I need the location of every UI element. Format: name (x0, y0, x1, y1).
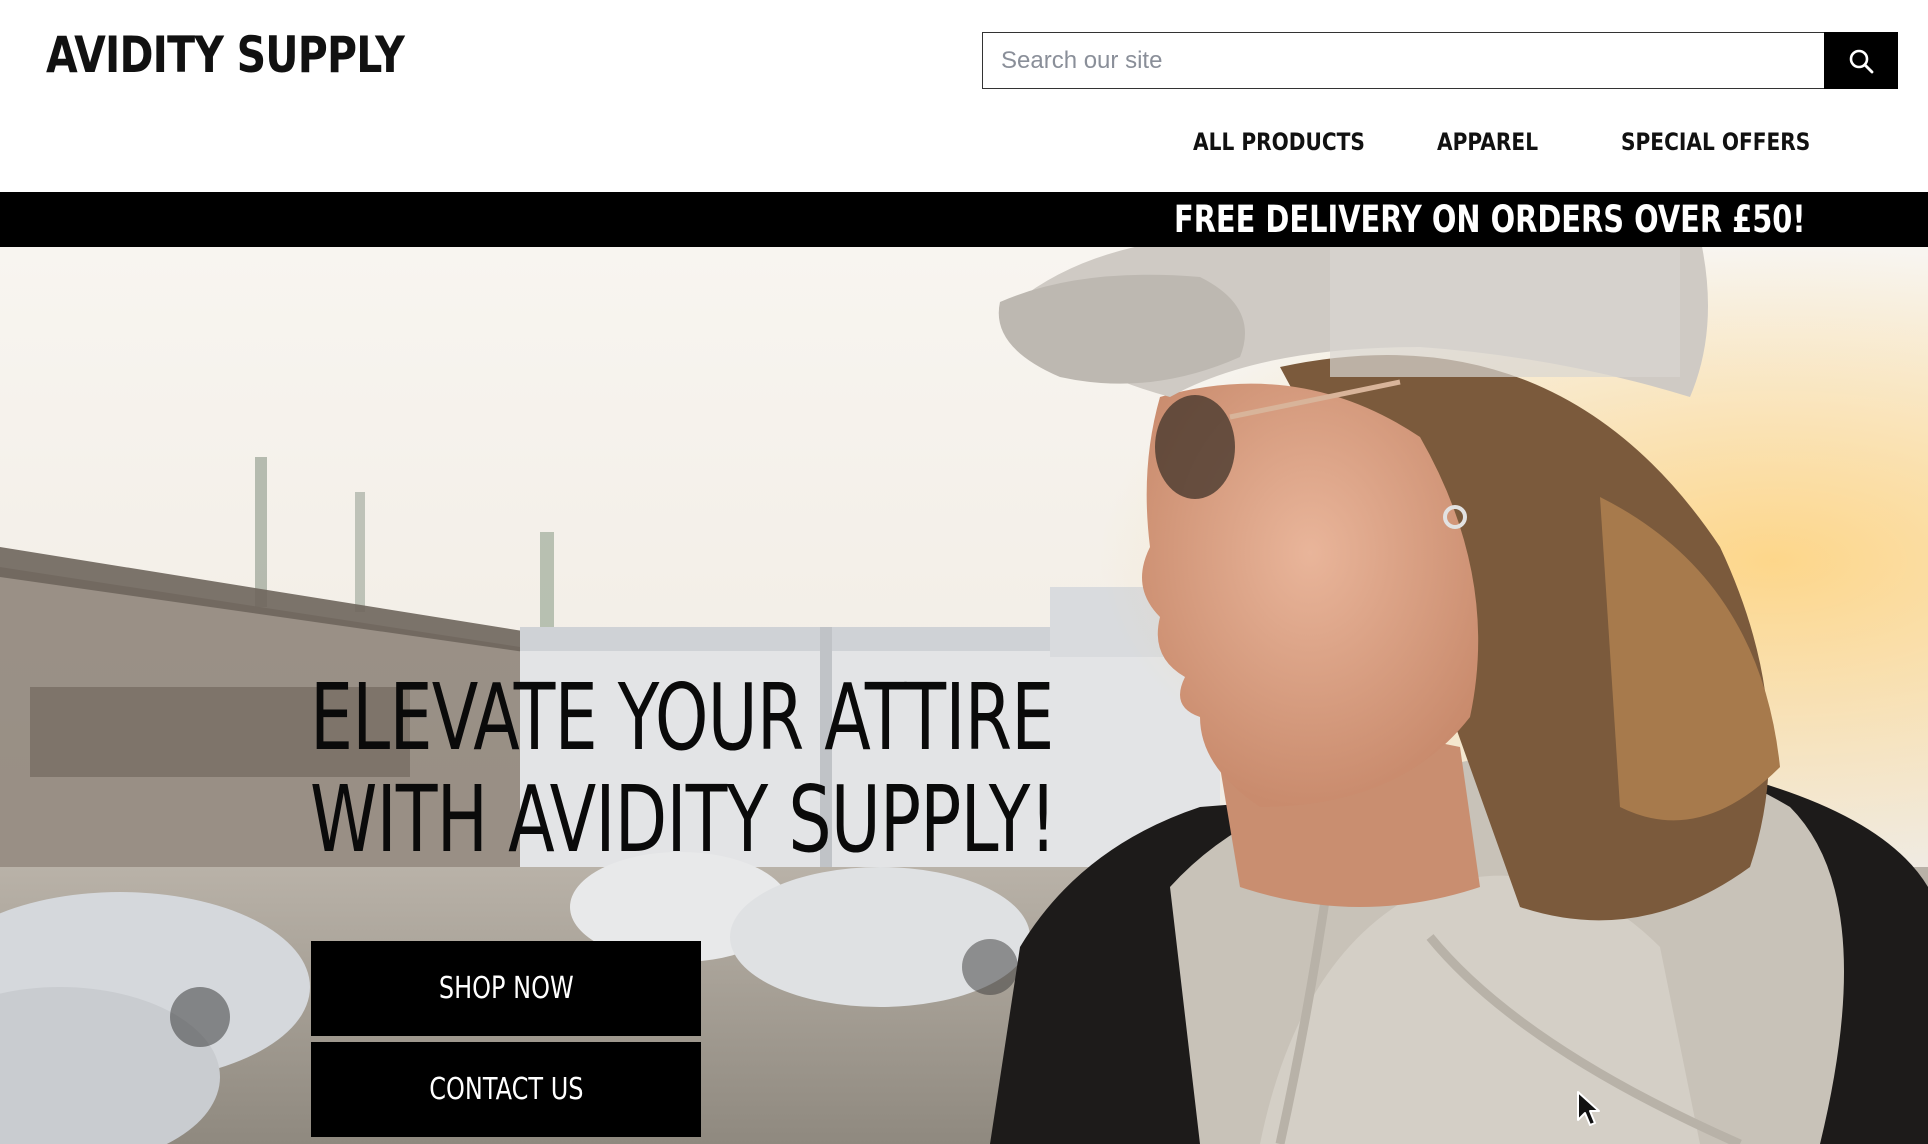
nav-apparel[interactable]: APPAREL (1437, 128, 1538, 156)
site-header: AVIDITY SUPPLY ALL PRODUCTS APPAREL SPEC… (0, 0, 1928, 192)
main-nav: ALL PRODUCTS APPAREL SPECIAL OFFERS (0, 128, 1928, 176)
site-logo[interactable]: AVIDITY SUPPLY (46, 26, 405, 84)
search-icon (1849, 49, 1874, 73)
promo-text: FREE DELIVERY ON ORDERS OVER £50! (1174, 198, 1806, 241)
nav-special-offers[interactable]: SPECIAL OFFERS (1621, 128, 1810, 156)
shop-now-label: SHOP NOW (438, 971, 574, 1006)
contact-us-label: CONTACT US (428, 1072, 584, 1107)
shop-now-button[interactable]: SHOP NOW (311, 941, 701, 1036)
nav-all-products[interactable]: ALL PRODUCTS (1193, 128, 1365, 156)
search-input[interactable] (982, 32, 1824, 89)
search-form (982, 32, 1898, 89)
contact-us-button[interactable]: CONTACT US (311, 1042, 701, 1137)
promo-banner: FREE DELIVERY ON ORDERS OVER £50! (0, 192, 1928, 247)
search-button[interactable] (1824, 32, 1898, 89)
hero-title: ELEVATE YOUR ATTIRE WITH AVIDITY SUPPLY! (310, 664, 1057, 873)
mouse-cursor-icon (1577, 1091, 1600, 1126)
hero-section: ELEVATE YOUR ATTIRE WITH AVIDITY SUPPLY!… (0, 247, 1928, 1144)
